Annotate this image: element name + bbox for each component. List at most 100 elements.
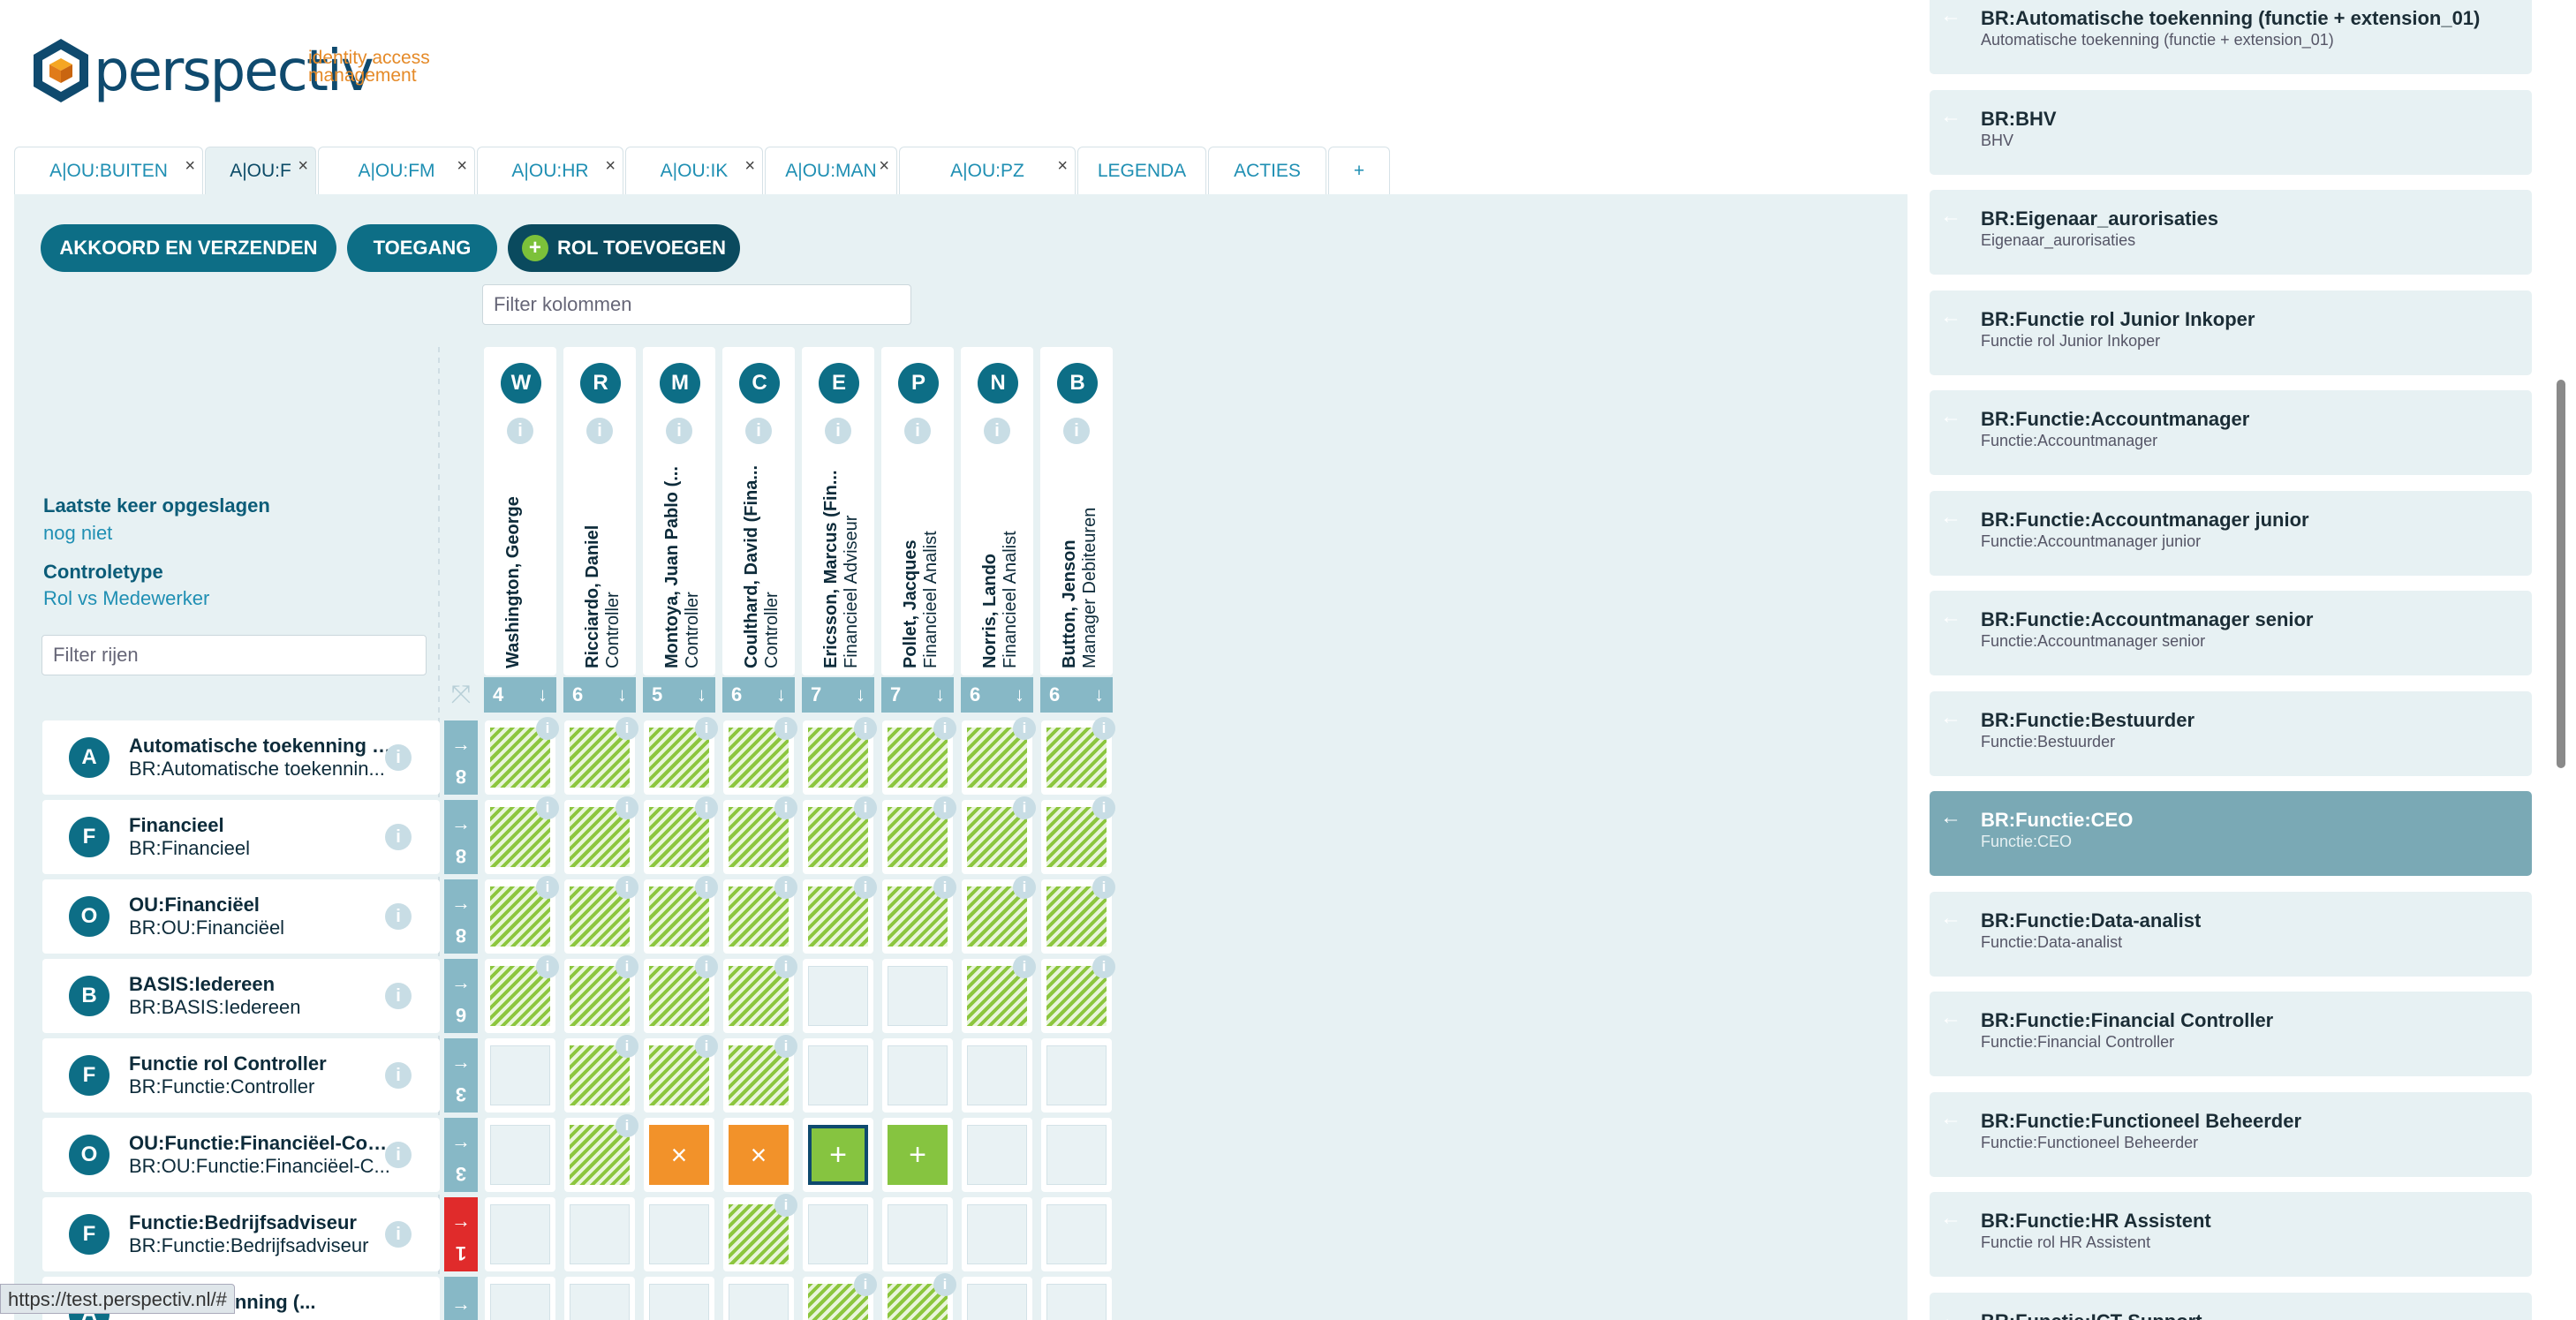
close-icon[interactable]: ×	[457, 156, 467, 177]
info-icon[interactable]: i	[695, 955, 718, 978]
info-icon[interactable]: i	[1013, 955, 1036, 978]
role-list-item[interactable]: ← BR:Functie:Bestuurder Functie:Bestuurder	[1930, 690, 2532, 776]
grid-cell-empty[interactable]	[882, 1197, 953, 1271]
grid-cell-granted[interactable]: i	[962, 876, 1036, 954]
row-header[interactable]: F Functie rol Controller BR:Functie:Contro…	[42, 1038, 440, 1113]
grid-cell-granted[interactable]: i	[882, 876, 956, 954]
info-icon[interactable]: i	[385, 983, 412, 1009]
grid-cell-granted[interactable]: i	[564, 796, 638, 874]
arrow-left-icon[interactable]: ←	[1940, 1006, 1961, 1030]
grid-cell-granted[interactable]: i	[564, 1035, 638, 1113]
info-icon[interactable]: i	[695, 876, 718, 899]
arrow-left-icon[interactable]: ←	[1940, 805, 1961, 830]
grid-cell-granted[interactable]: i	[485, 876, 559, 954]
perspectiv-logo[interactable]: perspectiv identity access management	[32, 37, 447, 113]
grid-cell-empty[interactable]	[803, 1038, 873, 1113]
info-icon[interactable]: i	[1063, 418, 1090, 444]
info-icon[interactable]: i	[854, 717, 877, 740]
info-icon[interactable]: i	[666, 418, 692, 444]
grid-cell-granted[interactable]: i	[644, 717, 718, 795]
info-icon[interactable]: i	[536, 796, 559, 819]
info-icon[interactable]: i	[385, 1142, 412, 1168]
role-list-item[interactable]: ← BR:Functie:CEO Functie:CEO	[1930, 791, 2532, 876]
tab-a-ou-hr[interactable]: A|OU:HR ×	[477, 147, 623, 194]
filter-rijen-input[interactable]: Filter rijen	[42, 635, 427, 675]
grid-cell-granted[interactable]: i	[723, 955, 797, 1033]
grid-cell-empty[interactable]	[564, 1197, 635, 1271]
info-icon[interactable]: i	[774, 717, 797, 740]
column-header[interactable]: Bi Button, Jenson Manager Debiteuren	[1040, 347, 1113, 675]
grid-cell-empty[interactable]	[723, 1277, 794, 1320]
row-header[interactable]: O OU:Functie:Financiëel-Con... BR:OU:Funct…	[42, 1118, 440, 1192]
close-icon[interactable]: ×	[185, 156, 195, 177]
info-icon[interactable]: i	[385, 824, 412, 850]
column-count[interactable]: 4 ↓	[484, 677, 556, 713]
row-header[interactable]: B BASIS:Iedereen BR:BASIS:Iedereen i	[42, 959, 440, 1033]
role-list-item[interactable]: ← BR:Functie:HR Assistent Functie rol HR A…	[1930, 1192, 2532, 1277]
row-count[interactable]: → 8	[444, 879, 478, 954]
grid-cell-empty[interactable]	[803, 1197, 873, 1271]
grid-cell-granted[interactable]: i	[723, 876, 797, 954]
close-icon[interactable]: ×	[1057, 156, 1068, 177]
grid-cell-empty[interactable]	[1041, 1277, 1112, 1320]
arrow-left-icon[interactable]: ←	[1940, 1307, 1961, 1320]
close-icon[interactable]: ×	[298, 156, 308, 177]
grid-cell-granted[interactable]: i	[723, 1194, 797, 1271]
filter-kolommen-input[interactable]: Filter kolommen	[482, 284, 911, 325]
grid-cell-granted[interactable]: i	[803, 876, 877, 954]
info-icon[interactable]: i	[616, 955, 638, 978]
info-icon[interactable]: i	[616, 717, 638, 740]
info-icon[interactable]: i	[536, 717, 559, 740]
arrow-left-icon[interactable]: ←	[1940, 906, 1961, 931]
grid-cell-granted[interactable]: i	[485, 796, 559, 874]
grid-cell-granted[interactable]: i	[1041, 955, 1115, 1033]
role-list-item[interactable]: ← BR:Eigenaar_aurorisaties Eigenaar_aurori…	[1930, 190, 2532, 275]
grid-cell-granted[interactable]: i	[962, 955, 1036, 1033]
info-icon[interactable]: i	[854, 876, 877, 899]
arrow-left-icon[interactable]: ←	[1940, 605, 1961, 630]
tab-legenda[interactable]: LEGENDA	[1077, 147, 1206, 194]
grid-cell-empty[interactable]	[485, 1118, 555, 1192]
info-icon[interactable]: i	[1013, 796, 1036, 819]
tab-a-ou-pz[interactable]: A|OU:PZ ×	[899, 147, 1076, 194]
info-icon[interactable]: i	[1013, 876, 1036, 899]
info-icon[interactable]: i	[385, 903, 412, 930]
role-list-item[interactable]: ← BR:Functie:ICT Support	[1930, 1292, 2532, 1320]
info-icon[interactable]: i	[616, 1114, 638, 1137]
close-icon[interactable]: ×	[879, 156, 889, 177]
grid-cell-granted[interactable]: i	[644, 1035, 718, 1113]
row-header[interactable]: F Functie:Bedrijfsadviseur BR:Functie:Bedr…	[42, 1197, 440, 1271]
close-icon[interactable]: ×	[744, 156, 755, 177]
grid-cell-granted[interactable]: i	[485, 955, 559, 1033]
role-list-item[interactable]: ← BR:Functie:Data-analist Functie:Data-ana…	[1930, 891, 2532, 977]
arrow-left-icon[interactable]: ←	[1940, 204, 1961, 229]
grid-cell-empty[interactable]	[882, 1038, 953, 1113]
info-icon[interactable]: i	[1092, 796, 1115, 819]
column-count[interactable]: 6 ↓	[1040, 677, 1113, 713]
info-icon[interactable]: i	[933, 1273, 956, 1296]
info-icon[interactable]: i	[385, 744, 412, 771]
arrow-left-icon[interactable]: ←	[1940, 705, 1961, 730]
info-icon[interactable]: i	[1092, 876, 1115, 899]
grid-cell-granted[interactable]: i	[1041, 796, 1115, 874]
column-count[interactable]: 6 ↓	[961, 677, 1033, 713]
grid-cell-remove[interactable]: ×	[644, 1118, 714, 1192]
expand-corner-icon[interactable]: ⤧	[444, 680, 478, 712]
info-icon[interactable]: i	[774, 876, 797, 899]
role-list-item[interactable]: ← BR:Automatische toekenning (functie + e…	[1930, 0, 2532, 74]
info-icon[interactable]: i	[385, 1221, 412, 1248]
column-header[interactable]: Wi Washington, George	[484, 347, 556, 675]
arrow-left-icon[interactable]: ←	[1940, 505, 1961, 530]
arrow-left-icon[interactable]: ←	[1940, 1106, 1961, 1131]
grid-cell-empty[interactable]	[485, 1277, 555, 1320]
info-icon[interactable]: i	[1092, 955, 1115, 978]
info-icon[interactable]: i	[854, 796, 877, 819]
role-list-item[interactable]: ← BR:Functie:Accountmanager Functie:Accoun…	[1930, 390, 2532, 475]
column-count[interactable]: 6 ↓	[722, 677, 795, 713]
grid-cell-granted[interactable]: i	[962, 717, 1036, 795]
grid-cell-empty[interactable]	[962, 1197, 1032, 1271]
column-count[interactable]: 6 ↓	[563, 677, 636, 713]
info-icon[interactable]: i	[774, 1035, 797, 1058]
column-header[interactable]: Ri Ricciardo, Daniel Controller	[563, 347, 636, 675]
column-header[interactable]: Ni Norris, Lando Financieel Analist	[961, 347, 1033, 675]
